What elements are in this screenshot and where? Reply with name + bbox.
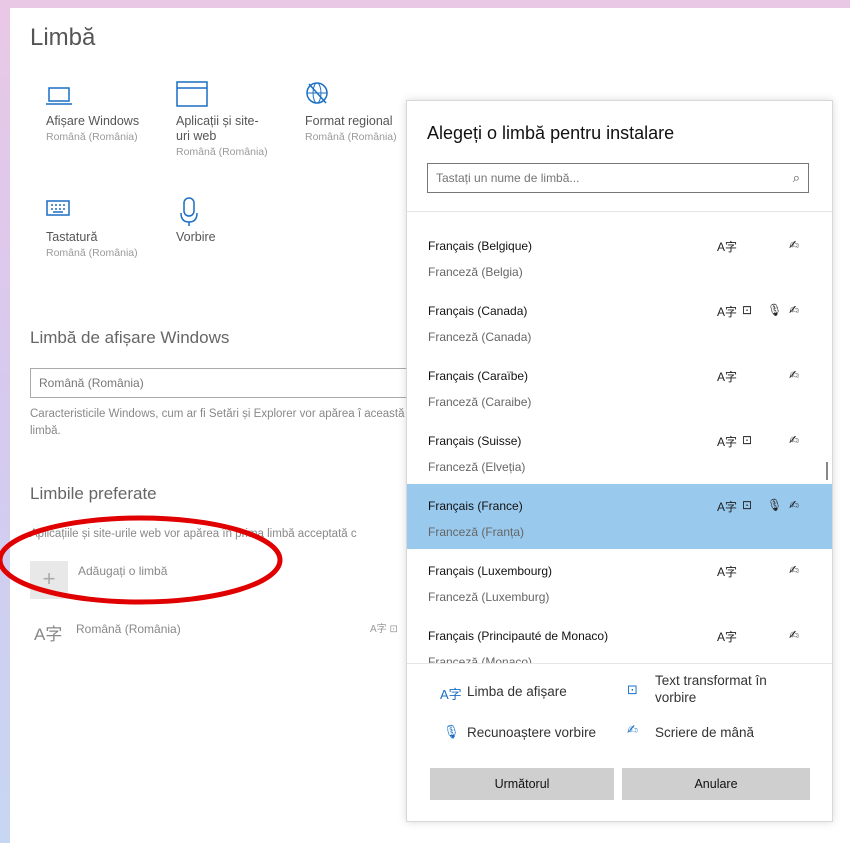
display-language-icon: A字	[717, 240, 738, 254]
language-name: Français (Luxembourg)	[428, 564, 553, 578]
microphone-icon: 🎙	[767, 498, 783, 512]
language-search-input[interactable]	[428, 164, 768, 192]
language-list[interactable]: Français (Belgique) Franceză (Belgia) A字 ✍ F…	[407, 211, 832, 663]
handwriting-icon: ✍	[789, 628, 800, 642]
display-language-description: Caracteristicile Windows, cum ar fi Setă…	[30, 408, 405, 437]
display-language-select[interactable]: Română (România)	[30, 368, 410, 398]
language-list-item[interactable]: Français (Caraïbe) Franceză (Caraibe) A字 ✍	[407, 354, 832, 419]
tile-label: Vorbire	[176, 230, 216, 244]
add-language-button[interactable]: +	[30, 561, 68, 599]
preferred-languages-heading: Limbile preferate	[30, 484, 157, 503]
language-list-item[interactable]: Français (Suisse) Franceză (Elveția) A字 ⊡ ✍	[407, 419, 832, 484]
language-subtitle: Franceză (Monaco)	[428, 655, 533, 663]
search-icon[interactable]: ⌕	[793, 170, 800, 186]
language-name: Français (France)	[428, 499, 523, 513]
tile-speech[interactable]: Vorbire	[176, 196, 301, 245]
tile-label: Afișare Windows	[46, 114, 140, 128]
feature-legend: A字 Limba de afișare ⊡ Text transformat î…	[407, 663, 832, 761]
language-name: Français (Caraïbe)	[428, 369, 529, 383]
handwriting-icon: ✍	[789, 238, 800, 252]
language-subtitle: Franceză (Franța)	[428, 525, 525, 539]
language-subtitle: Franceză (Belgia)	[428, 265, 523, 279]
legend-speech-label: Recunoaștere vorbire	[467, 725, 597, 740]
plus-icon: +	[42, 566, 56, 591]
tile-label: Aplicații și site-uri web	[176, 114, 259, 143]
microphone-icon	[180, 197, 198, 226]
display-language-icon: A字	[717, 500, 738, 514]
dialog-title: Alegeți o limbă pentru instalare	[427, 123, 675, 143]
legend-display-label: Limba de afișare	[467, 684, 567, 699]
text-to-speech-icon: ⊡	[742, 303, 753, 317]
preferred-language-item[interactable]: Română (România)	[76, 622, 181, 636]
display-language-icon: A字	[717, 305, 738, 319]
handwriting-icon: ✍	[627, 722, 638, 737]
microphone-icon: 🎙	[767, 303, 783, 317]
language-name: Français (Belgique)	[428, 239, 533, 253]
text-to-speech-icon: ⊡	[742, 433, 753, 447]
tile-keyboard[interactable]: Tastatură Română (România)	[46, 196, 171, 260]
language-glyph-icon: A字	[34, 625, 63, 644]
preferred-languages-description: Aplicațiile și site-urile web vor apărea…	[30, 528, 357, 540]
language-list-item[interactable]: Français (France) Franceză (Franța) A字 ⊡ 🎙 ✍	[407, 484, 832, 549]
legend-handwriting-label: Scriere de mână	[655, 725, 755, 740]
language-list-item[interactable]: Français (Canada) Franceză (Canada) A字 ⊡ 🎙 ✍	[407, 289, 832, 354]
text-to-speech-icon: ⊡	[627, 682, 638, 697]
language-subtitle: Franceză (Elveția)	[428, 460, 526, 474]
handwriting-icon: ✍	[789, 303, 800, 317]
language-list-item[interactable]: Français (Belgique) Franceză (Belgia) A字 ✍	[407, 224, 832, 289]
handwriting-icon: ✍	[789, 433, 800, 447]
language-list-item[interactable]: Français (Principauté de Monaco) Franceză…	[407, 614, 832, 663]
window-icon	[176, 81, 208, 107]
tile-apps-websites[interactable]: Aplicații și site-uri web Română (Români…	[176, 80, 301, 159]
language-subtitle: Franceză (Canada)	[428, 330, 532, 344]
display-language-icon: A字	[717, 565, 738, 579]
tile-windows-display[interactable]: Afișare Windows Română (România)	[46, 80, 171, 144]
tile-label: Tastatură	[46, 230, 98, 244]
display-language-icon: A字	[440, 687, 462, 702]
text-to-speech-icon: ⊡	[742, 498, 753, 512]
keyboard-icon	[46, 200, 70, 216]
page-title: Limbă	[30, 24, 96, 51]
handwriting-icon: ✍	[789, 368, 800, 382]
language-name: Français (Canada)	[428, 304, 528, 318]
microphone-icon: 🎙	[443, 724, 460, 739]
language-search-field[interactable]: ⌕	[427, 163, 809, 193]
handwriting-icon: ✍	[789, 498, 800, 512]
language-picker-dialog: Alegeți o limbă pentru instalare ⌕ Franç…	[406, 100, 833, 822]
add-language-label[interactable]: Adăugați o limbă	[78, 564, 167, 578]
tile-sub: Română (România)	[46, 131, 138, 143]
display-language-icon: A字	[717, 370, 738, 384]
handwriting-icon: ✍	[789, 563, 800, 577]
display-language-icon: A字	[717, 630, 738, 644]
next-button[interactable]: Următorul	[430, 768, 614, 800]
display-language-heading: Limbă de afișare Windows	[30, 328, 230, 347]
globe-icon	[306, 82, 328, 104]
cancel-button[interactable]: Anulare	[622, 768, 810, 800]
scrollbar-thumb[interactable]	[826, 462, 828, 480]
language-name: Français (Suisse)	[428, 434, 522, 448]
language-subtitle: Franceză (Luxemburg)	[428, 590, 550, 604]
language-list-item[interactable]: Français (Luxembourg) Franceză (Luxemburg…	[407, 549, 832, 614]
laptop-icon	[46, 87, 72, 105]
tile-sub: Română (România)	[176, 146, 268, 158]
language-name: Français (Principauté de Monaco)	[428, 629, 609, 643]
legend-tts-label: Text transformat în vorbire	[655, 673, 767, 705]
display-language-feature-icon: A字 ⊡	[370, 624, 398, 635]
language-subtitle: Franceză (Caraibe)	[428, 395, 532, 409]
display-language-icon: A字	[717, 435, 738, 449]
tile-sub: Română (România)	[46, 247, 138, 259]
